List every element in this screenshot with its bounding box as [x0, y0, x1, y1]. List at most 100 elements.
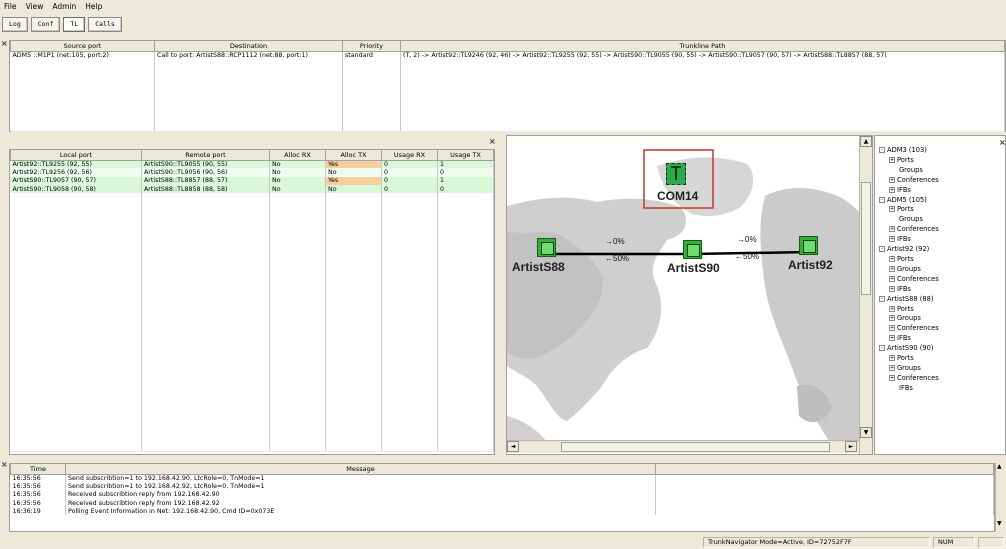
expand-icon[interactable]: +	[889, 285, 895, 292]
tree-node-adm3[interactable]: - ADM3 (103)	[875, 146, 1000, 156]
menu-file[interactable]: File	[4, 2, 17, 11]
expand-icon[interactable]: +	[889, 186, 895, 193]
calls-button[interactable]: Calls	[88, 16, 122, 32]
log-message: Send subscribtion=1 to 192.168.42.90, Lt…	[65, 474, 656, 483]
expand-icon[interactable]: +	[889, 255, 895, 262]
expand-icon[interactable]: +	[889, 156, 895, 163]
col-trunkline-path[interactable]: Trunkline Path	[400, 41, 1005, 52]
conf-button[interactable]: Conf	[30, 16, 61, 32]
tree-item[interactable]: + Ports	[875, 205, 1000, 215]
artist92-node-icon[interactable]	[799, 236, 818, 255]
artists88-node-icon[interactable]	[537, 238, 556, 257]
log-close-icon[interactable]: ×	[1, 461, 8, 469]
expand-icon[interactable]: +	[889, 206, 895, 213]
tree-node-artists88[interactable]: - ArtistS88 (88)	[875, 295, 1000, 305]
map-vertical-scrollbar[interactable]: ▲ ▼	[859, 136, 872, 454]
expand-icon[interactable]: +	[889, 335, 895, 342]
call-row[interactable]: ADM5 ::M1P1 (net:105, port:2) Call to po…	[10, 51, 1005, 60]
expand-icon[interactable]: +	[889, 176, 895, 183]
col-usage-tx[interactable]: Usage TX	[437, 150, 494, 161]
tree-node-artists90[interactable]: - ArtistS90 (90)	[875, 344, 1000, 354]
calls-close-icon[interactable]: ×	[1, 40, 8, 48]
expand-icon[interactable]: +	[889, 374, 895, 381]
tree-item[interactable]: + Groups	[875, 265, 1000, 275]
map-vscroll-thumb[interactable]	[861, 182, 871, 295]
link1-back-pct: ←50%	[605, 254, 630, 263]
expand-icon[interactable]: +	[889, 265, 895, 272]
scroll-down-icon[interactable]: ▼	[860, 427, 872, 438]
log-vertical-scrollbar[interactable]: ▲ ▼	[995, 463, 1006, 532]
tree-item[interactable]: + IFBs	[875, 334, 1000, 344]
menu-admin[interactable]: Admin	[52, 2, 76, 11]
col-usage-rx[interactable]: Usage RX	[381, 150, 438, 161]
tree-item[interactable]: Groups	[875, 166, 1000, 176]
tree-item[interactable]: + Ports	[875, 354, 1000, 364]
tl-button[interactable]: TL	[63, 16, 86, 32]
scroll-right-icon[interactable]: ►	[845, 441, 857, 452]
col-message[interactable]: Message	[65, 464, 656, 475]
trunkline-row[interactable]: ArtistS90::TL9057 (90, 57) ArtistS88::TL…	[10, 176, 494, 185]
col-priority[interactable]: Priority	[342, 41, 401, 52]
expand-icon[interactable]: +	[889, 364, 895, 371]
trunkline-row[interactable]: Artist92::TL9256 (92, 56) ArtistS90::TL9…	[10, 168, 494, 177]
collapse-icon[interactable]: -	[879, 295, 885, 302]
map-horizontal-scrollbar[interactable]: ◄ ►	[507, 440, 859, 453]
col-time[interactable]: Time	[10, 464, 66, 475]
trunklines-close-icon[interactable]: ×	[489, 138, 496, 146]
log-row[interactable]: 16:35:56 Send subscribtion=1 to 192.168.4…	[10, 474, 994, 483]
expand-icon[interactable]: +	[889, 325, 895, 332]
log-row[interactable]: 16:35:56 Received subscribtion reply from…	[10, 490, 994, 499]
trunkline-row[interactable]: ArtistS90::TL9058 (90, 58) ArtistS88::TL…	[10, 184, 494, 194]
menu-view[interactable]: View	[26, 2, 44, 11]
collapse-icon[interactable]: -	[879, 345, 885, 352]
tree-close-icon[interactable]: ×	[999, 139, 1006, 147]
tree-item[interactable]: + Groups	[875, 364, 1000, 374]
call-source: ADM5 ::M1P1 (net:105, port:2)	[10, 51, 155, 60]
expand-icon[interactable]: +	[889, 355, 895, 362]
expand-icon[interactable]: +	[889, 305, 895, 312]
tree-item[interactable]: + Conferences	[875, 374, 1000, 384]
tree-item[interactable]: + Conferences	[875, 324, 1000, 334]
log-button[interactable]: Log	[2, 16, 28, 32]
artists90-node-icon[interactable]	[683, 240, 702, 259]
tree-item[interactable]: + Conferences	[875, 225, 1000, 235]
expand-icon[interactable]: +	[889, 226, 895, 233]
expand-icon[interactable]: +	[889, 275, 895, 282]
col-local-port[interactable]: Local port	[10, 150, 142, 161]
tree-item[interactable]: + Conferences	[875, 176, 1000, 186]
tree-item[interactable]: + Conferences	[875, 275, 1000, 285]
expand-icon[interactable]: +	[889, 315, 895, 322]
tree-item[interactable]: + IFBs	[875, 235, 1000, 245]
tree-item[interactable]: Groups	[875, 215, 1000, 225]
col-destination[interactable]: Destination	[154, 41, 343, 52]
tree-item[interactable]: + Groups	[875, 314, 1000, 324]
tree-item[interactable]: + IFBs	[875, 186, 1000, 196]
collapse-icon[interactable]: -	[879, 196, 885, 203]
col-alloc-tx[interactable]: Alloc TX	[325, 150, 382, 161]
trunklines-table: Local port Remote port Alloc RX Alloc TX…	[10, 150, 494, 452]
tree-item[interactable]: + Ports	[875, 305, 1000, 315]
log-row[interactable]: 16:35:56 Send subscribtion=1 to 192.168.4…	[10, 482, 994, 491]
collapse-icon[interactable]: -	[879, 246, 885, 253]
col-alloc-rx[interactable]: Alloc RX	[269, 150, 326, 161]
col-source-port[interactable]: Source port	[10, 41, 155, 52]
expand-icon[interactable]: +	[889, 236, 895, 243]
tree-item[interactable]: + Ports	[875, 255, 1000, 265]
scroll-up-icon[interactable]: ▲	[860, 136, 872, 147]
network-map[interactable]: COM14 ArtistS88 ArtistS90 Artist92 →0% ←…	[507, 136, 865, 453]
collapse-icon[interactable]: -	[879, 147, 885, 153]
log-scroll-up-icon[interactable]: ▲	[997, 463, 1002, 470]
tree-item[interactable]: IFBs	[875, 384, 1000, 394]
tree-item[interactable]: + Ports	[875, 156, 1000, 166]
tree-item[interactable]: + IFBs	[875, 285, 1000, 295]
scroll-left-icon[interactable]: ◄	[507, 441, 519, 452]
menu-help[interactable]: Help	[85, 2, 102, 11]
trunkline-row[interactable]: Artist92::TL9255 (92, 55) ArtistS90::TL9…	[10, 160, 494, 169]
log-row[interactable]: 16:36:19 Polling Event Information in Net…	[10, 507, 994, 516]
tree-node-artist92[interactable]: - Artist92 (92)	[875, 245, 1000, 255]
log-row[interactable]: 16:35:56 Received subscribtion reply from…	[10, 498, 994, 508]
col-remote-port[interactable]: Remote port	[141, 150, 270, 161]
map-hscroll-thumb[interactable]	[561, 442, 830, 452]
log-scroll-down-icon[interactable]: ▼	[997, 520, 1002, 527]
tree-node-adm5[interactable]: - ADM5 (105)	[875, 196, 1000, 206]
